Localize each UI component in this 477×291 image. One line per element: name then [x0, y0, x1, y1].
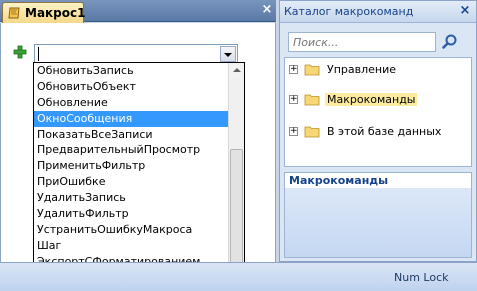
- action-dropdown-list[interactable]: ОбновитьЗапись ОбновитьОбъект Обновление Ок…: [33, 62, 245, 290]
- status-bar: Num Lock: [0, 262, 477, 291]
- folder-icon: [304, 94, 320, 106]
- dropdown-item[interactable]: ПриОшибке: [34, 174, 230, 190]
- dropdown-item[interactable]: ОкноСообщения: [34, 110, 230, 127]
- dropdown-item[interactable]: ПрименитьФильтр: [34, 158, 230, 174]
- folder-icon: [304, 126, 320, 138]
- section-header: Макрокоманды: [284, 172, 472, 188]
- catalog-tree: + Управление + Макрокоманды + В этой баз…: [284, 57, 472, 167]
- catalog-close-icon[interactable]: ×: [458, 4, 472, 18]
- expand-icon[interactable]: +: [289, 95, 298, 104]
- scroll-thumb[interactable]: [230, 149, 243, 267]
- macro-tab-strip: Макрос1 ×: [0, 0, 276, 23]
- tab-macro1-label: Макрос1: [25, 6, 86, 20]
- add-action-icon[interactable]: [13, 45, 27, 59]
- search-icon[interactable]: [440, 32, 460, 52]
- section-description: [284, 188, 472, 258]
- scroll-up-button[interactable]: [229, 63, 244, 78]
- tree-item-label: Управление: [327, 63, 397, 76]
- dropdown-item[interactable]: УдалитьЗапись: [34, 190, 230, 206]
- expand-icon[interactable]: +: [289, 127, 298, 136]
- dropdown-item[interactable]: ПредварительныйПросмотр: [34, 142, 230, 158]
- action-combobox[interactable]: [34, 44, 238, 64]
- catalog-title: Каталог макрокоманд: [284, 5, 414, 18]
- chevron-down-icon: [224, 53, 232, 57]
- dropdown-item[interactable]: ОбновитьЗапись: [34, 63, 230, 79]
- tab-macro1[interactable]: Макрос1: [2, 2, 86, 23]
- dropdown-item[interactable]: ОбновитьОбъект: [34, 79, 230, 95]
- folder-icon: [304, 64, 320, 76]
- num-lock-indicator: Num Lock: [394, 271, 449, 284]
- macro-catalog-pane: Каталог макрокоманд × + Управление + Мак…: [279, 0, 477, 262]
- dropdown-items: ОбновитьЗапись ОбновитьОбъект Обновление Ок…: [34, 63, 230, 270]
- macro-icon: [8, 7, 20, 19]
- expand-icon[interactable]: +: [289, 65, 298, 74]
- dropdown-item[interactable]: УстранитьОшибкуМакроса: [34, 222, 230, 238]
- dropdown-item[interactable]: ПоказатьВсеЗаписи: [34, 127, 230, 143]
- combobox-dropdown-button[interactable]: [220, 46, 236, 62]
- dropdown-item[interactable]: Обновление: [34, 95, 230, 111]
- close-icon[interactable]: ×: [260, 3, 274, 17]
- tree-item-label: В этой базе данных: [327, 125, 442, 138]
- section-header-label: Макрокоманды: [289, 174, 389, 187]
- text-caret: [38, 47, 39, 61]
- dropdown-item[interactable]: Шаг: [34, 238, 230, 254]
- catalog-search-input[interactable]: [288, 32, 436, 52]
- catalog-header: Каталог макрокоманд ×: [280, 1, 476, 23]
- tree-item-label: Макрокоманды: [325, 93, 418, 106]
- dropdown-scrollbar[interactable]: [228, 63, 244, 289]
- dropdown-item[interactable]: УдалитьФильтр: [34, 206, 230, 222]
- arrow-up-icon: [233, 68, 241, 72]
